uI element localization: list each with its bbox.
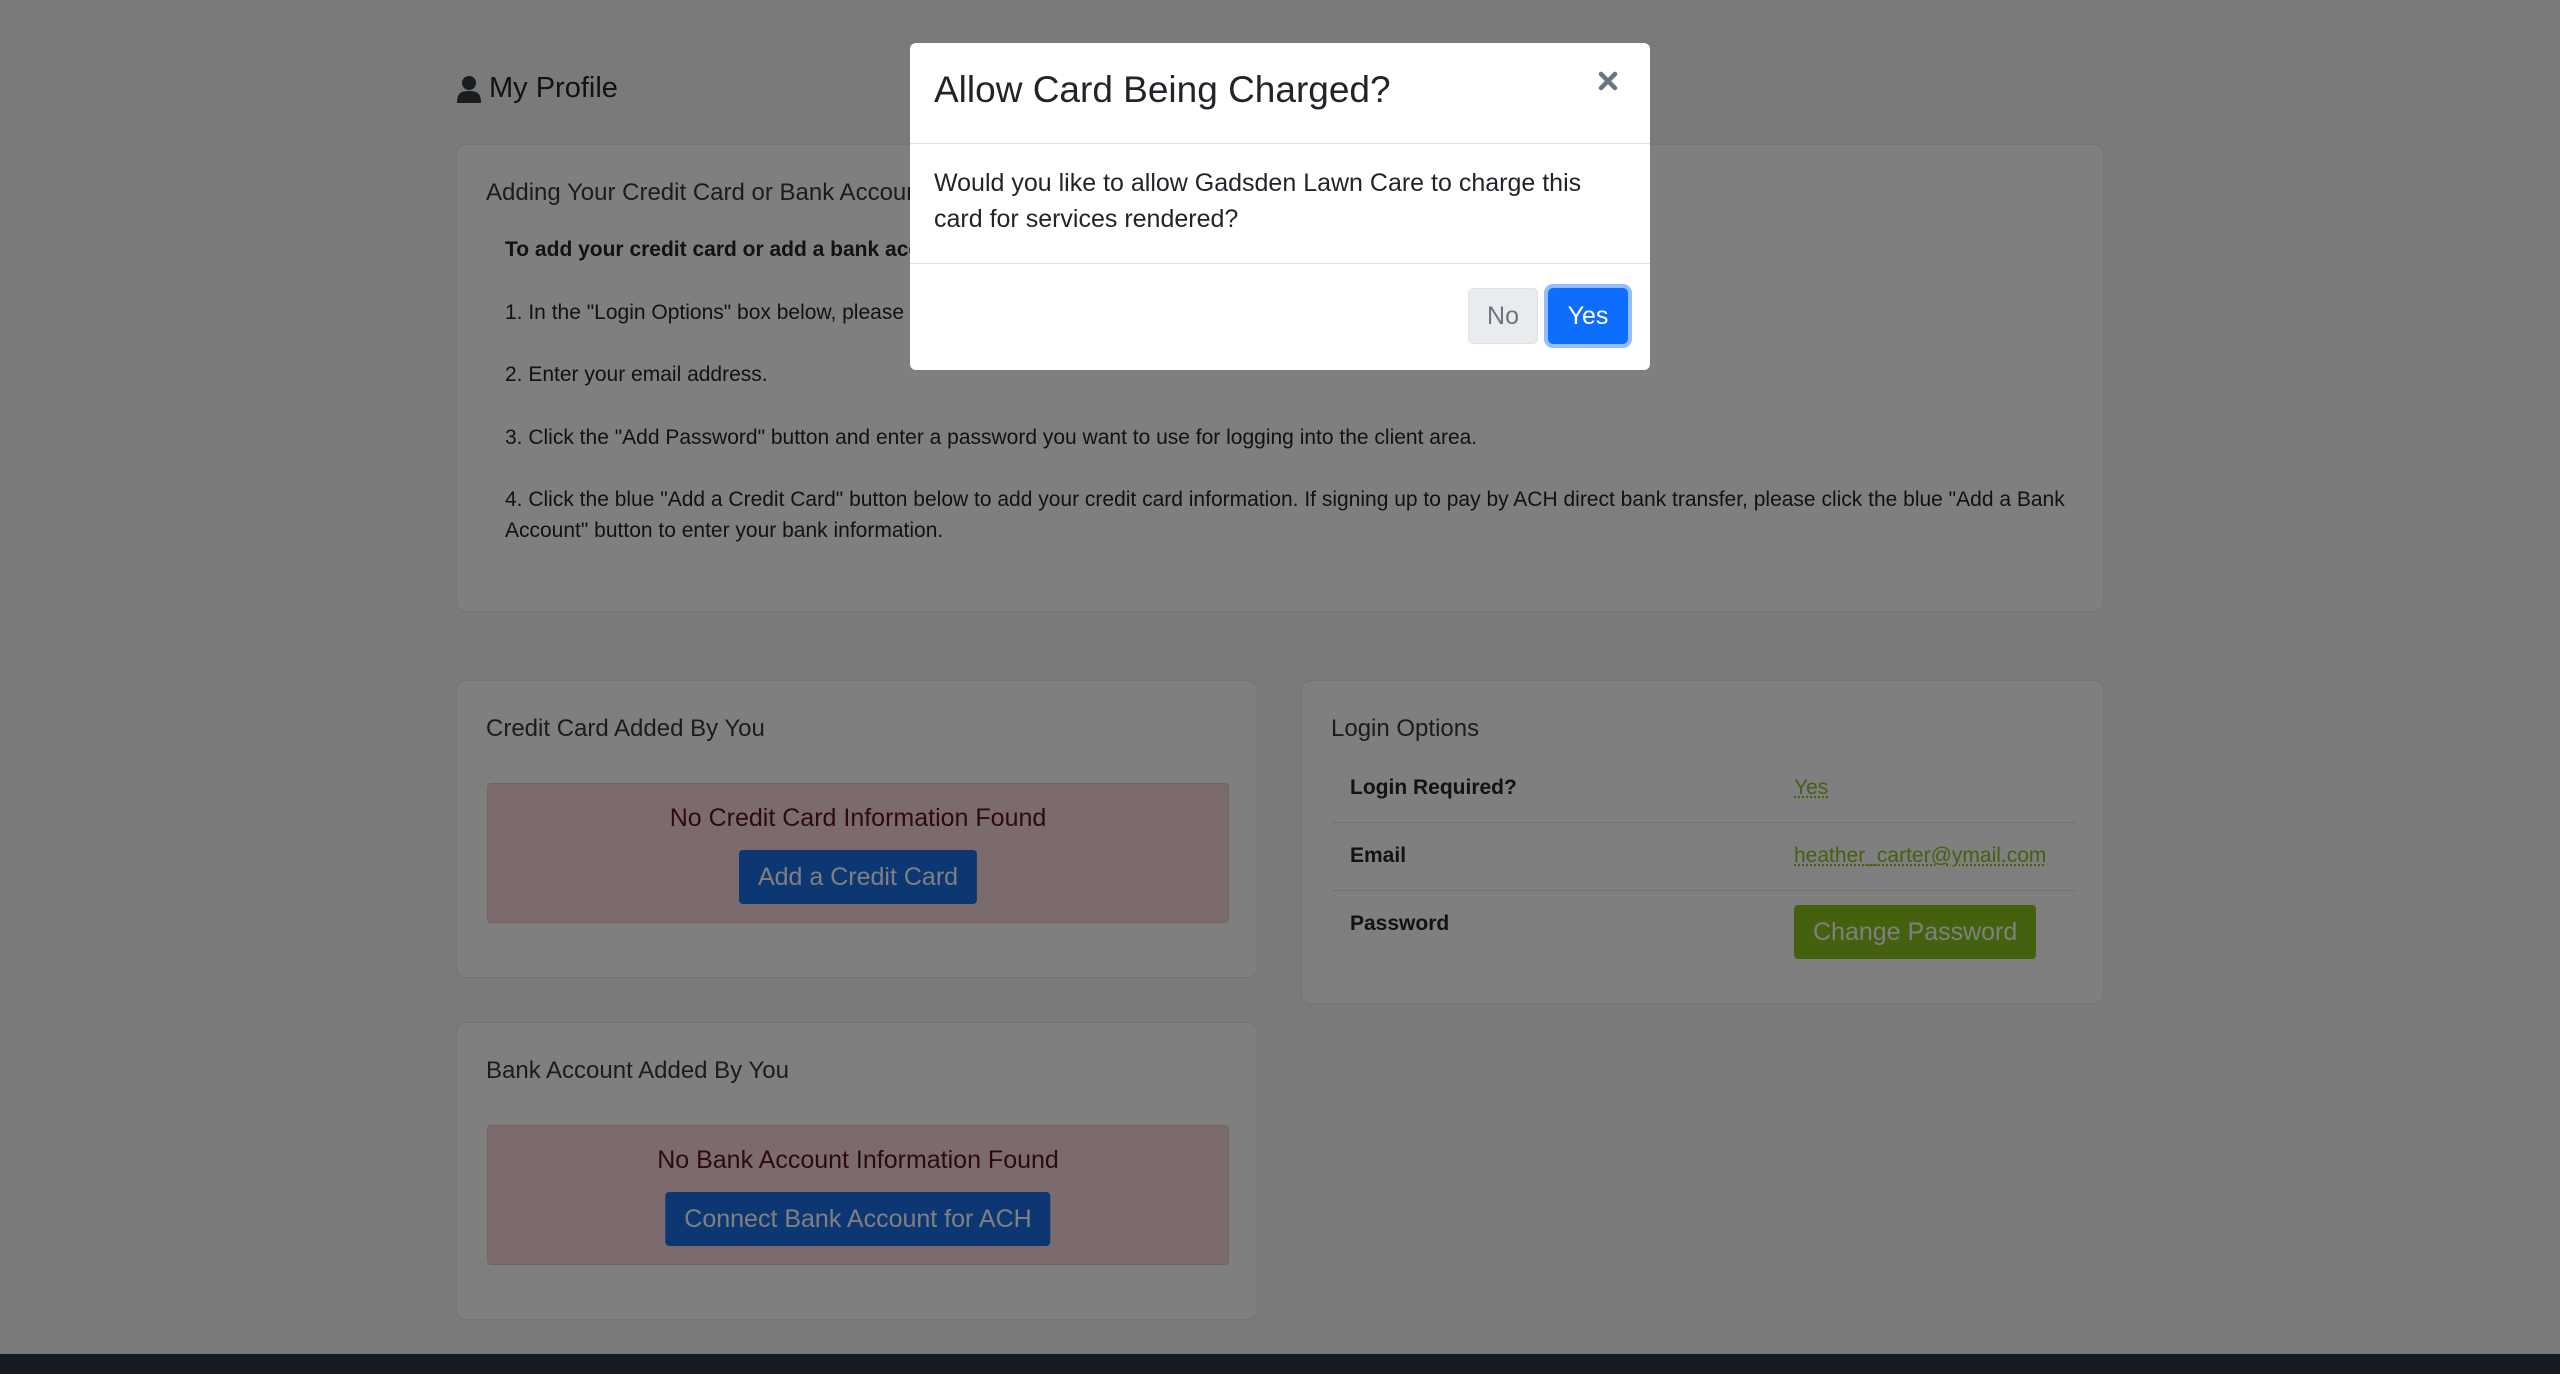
modal-close-button[interactable] <box>1590 63 1626 99</box>
modal-body-text: Would you like to allow Gadsden Lawn Car… <box>934 169 1582 233</box>
yes-button[interactable]: Yes <box>1548 288 1628 344</box>
modal-header: Allow Card Being Charged? <box>910 43 1650 144</box>
modal-footer: No Yes <box>910 263 1650 370</box>
charge-consent-modal: Allow Card Being Charged? Would you like… <box>910 43 1650 370</box>
no-button[interactable]: No <box>1468 288 1538 344</box>
modal-title: Allow Card Being Charged? <box>934 69 1391 110</box>
close-icon <box>1598 71 1618 91</box>
